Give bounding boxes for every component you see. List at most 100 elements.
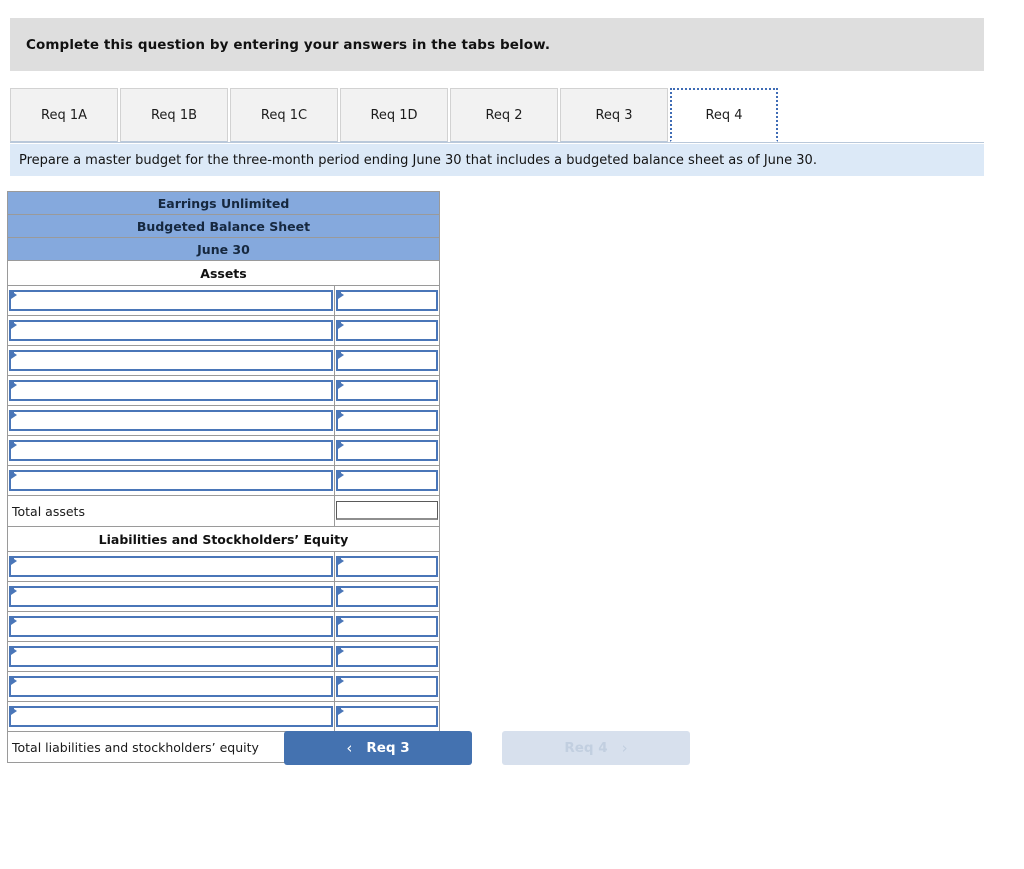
liabilities-label-cell-5[interactable] xyxy=(7,671,335,702)
tab-label: Req 3 xyxy=(595,107,633,123)
total-assets-input[interactable] xyxy=(336,501,438,520)
liabilities-amount-input-4[interactable] xyxy=(336,646,438,667)
statement-name: Budgeted Balance Sheet xyxy=(7,214,440,238)
liabilities-label-cell-3[interactable] xyxy=(7,611,335,642)
assets-amount-input-6[interactable] xyxy=(336,440,438,461)
tab-req-4[interactable]: Req 4 xyxy=(670,88,778,142)
assets-amount-input-1[interactable] xyxy=(336,290,438,311)
tab-req-1b[interactable]: Req 1B xyxy=(120,88,228,142)
liabilities-label-select-6[interactable] xyxy=(9,706,333,727)
assets-amount-cell-6[interactable] xyxy=(334,435,440,466)
chevron-right-icon xyxy=(11,411,17,419)
tab-req-1d[interactable]: Req 1D xyxy=(340,88,448,142)
chevron-right-icon xyxy=(338,411,344,419)
assets-label-select-5[interactable] xyxy=(9,410,333,431)
statement-date: June 30 xyxy=(7,237,440,261)
assets-label-cell-6[interactable] xyxy=(7,435,335,466)
tab-req-2[interactable]: Req 2 xyxy=(450,88,558,142)
liabilities-amount-cell-3[interactable] xyxy=(334,611,440,642)
tab-req-3[interactable]: Req 3 xyxy=(560,88,668,142)
total-assets-amount-cell[interactable] xyxy=(334,495,440,527)
assets-label-cell-3[interactable] xyxy=(7,345,335,376)
tab-req-1a[interactable]: Req 1A xyxy=(10,88,118,142)
liabilities-label-select-5[interactable] xyxy=(9,676,333,697)
tab-strip: Req 1A Req 1B Req 1C Req 1D Req 2 Req 3 … xyxy=(10,88,984,143)
table-row xyxy=(7,315,440,346)
liabilities-amount-input-3[interactable] xyxy=(336,616,438,637)
liabilities-label-select-3[interactable] xyxy=(9,616,333,637)
chevron-right-icon xyxy=(11,471,17,479)
chevron-right-icon xyxy=(338,471,344,479)
tab-label: Req 4 xyxy=(705,107,743,123)
next-requirement-label: Req 4 xyxy=(564,740,608,756)
budgeted-balance-sheet-table: Earrings Unlimited Budgeted Balance Shee… xyxy=(7,191,440,763)
table-row xyxy=(7,435,440,466)
assets-label-cell-5[interactable] xyxy=(7,405,335,436)
liabilities-label-cell-4[interactable] xyxy=(7,641,335,672)
prev-requirement-label: Req 3 xyxy=(366,740,410,756)
assets-amount-input-5[interactable] xyxy=(336,410,438,431)
liabilities-amount-cell-4[interactable] xyxy=(334,641,440,672)
liabilities-amount-input-1[interactable] xyxy=(336,556,438,577)
tab-label: Req 2 xyxy=(485,107,523,123)
liabilities-amount-cell-6[interactable] xyxy=(334,701,440,732)
chevron-left-icon: ‹ xyxy=(346,738,353,757)
chevron-right-icon xyxy=(11,707,17,715)
liabilities-amount-input-6[interactable] xyxy=(336,706,438,727)
liabilities-amount-cell-2[interactable] xyxy=(334,581,440,612)
chevron-right-icon xyxy=(11,291,17,299)
assets-label-cell-2[interactable] xyxy=(7,315,335,346)
assets-amount-cell-5[interactable] xyxy=(334,405,440,436)
assets-amount-cell-3[interactable] xyxy=(334,345,440,376)
chevron-right-icon xyxy=(338,647,344,655)
liabilities-amount-input-5[interactable] xyxy=(336,676,438,697)
chevron-right-icon xyxy=(338,677,344,685)
table-row xyxy=(7,551,440,582)
tab-label: Req 1A xyxy=(41,107,87,123)
table-row xyxy=(7,465,440,496)
liabilities-label-cell-1[interactable] xyxy=(7,551,335,582)
assets-amount-input-7[interactable] xyxy=(336,470,438,491)
liabilities-heading: Liabilities and Stockholders’ Equity xyxy=(7,526,440,552)
assets-label-select-1[interactable] xyxy=(9,290,333,311)
liabilities-amount-cell-1[interactable] xyxy=(334,551,440,582)
assets-heading: Assets xyxy=(7,260,440,286)
liabilities-label-select-4[interactable] xyxy=(9,646,333,667)
chevron-right-icon xyxy=(11,321,17,329)
assets-label-select-6[interactable] xyxy=(9,440,333,461)
chevron-right-icon xyxy=(338,351,344,359)
chevron-right-icon: › xyxy=(621,738,628,757)
chevron-right-icon xyxy=(11,587,17,595)
assets-amount-cell-2[interactable] xyxy=(334,315,440,346)
assets-amount-input-3[interactable] xyxy=(336,350,438,371)
prev-requirement-button[interactable]: ‹ Req 3 xyxy=(284,731,472,765)
assets-label-cell-4[interactable] xyxy=(7,375,335,406)
chevron-right-icon xyxy=(338,321,344,329)
table-row-liabilities-heading: Liabilities and Stockholders’ Equity xyxy=(7,526,440,552)
requirement-text: Prepare a master budget for the three-mo… xyxy=(19,152,817,168)
assets-label-select-2[interactable] xyxy=(9,320,333,341)
assets-amount-input-2[interactable] xyxy=(336,320,438,341)
assets-amount-cell-7[interactable] xyxy=(334,465,440,496)
liabilities-label-cell-6[interactable] xyxy=(7,701,335,732)
liabilities-label-select-2[interactable] xyxy=(9,586,333,607)
assets-amount-cell-4[interactable] xyxy=(334,375,440,406)
table-row xyxy=(7,671,440,702)
assets-label-select-3[interactable] xyxy=(9,350,333,371)
assets-label-select-4[interactable] xyxy=(9,380,333,401)
liabilities-amount-cell-5[interactable] xyxy=(334,671,440,702)
assets-amount-cell-1[interactable] xyxy=(334,285,440,316)
assets-label-cell-7[interactable] xyxy=(7,465,335,496)
liabilities-label-cell-2[interactable] xyxy=(7,581,335,612)
navigation-buttons: ‹ Req 3 Req 4 › xyxy=(284,731,690,765)
liabilities-label-select-1[interactable] xyxy=(9,556,333,577)
assets-amount-input-4[interactable] xyxy=(336,380,438,401)
tab-req-1c[interactable]: Req 1C xyxy=(230,88,338,142)
tab-label: Req 1B xyxy=(150,107,198,123)
assets-label-select-7[interactable] xyxy=(9,470,333,491)
assets-label-cell-1[interactable] xyxy=(7,285,335,316)
liabilities-amount-input-2[interactable] xyxy=(336,586,438,607)
table-row xyxy=(7,581,440,612)
tab-list: Req 1A Req 1B Req 1C Req 1D Req 2 Req 3 … xyxy=(10,88,984,142)
table-row xyxy=(7,641,440,672)
